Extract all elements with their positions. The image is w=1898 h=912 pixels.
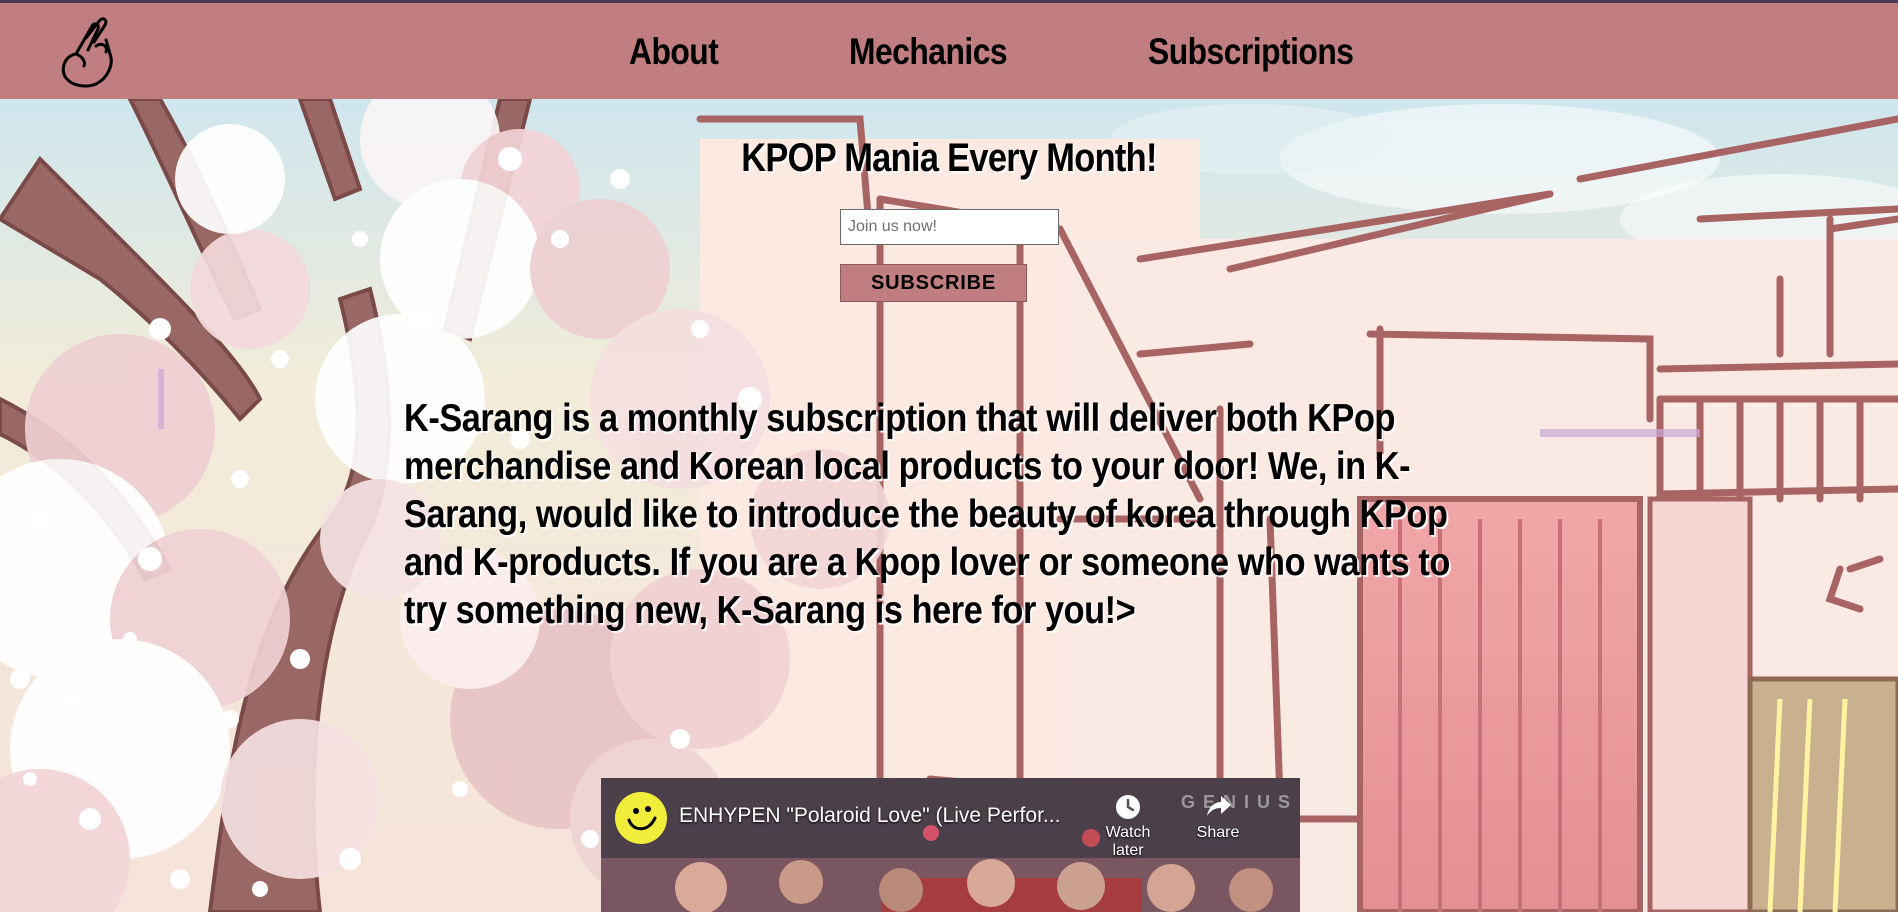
- share-arrow-icon: [1207, 796, 1231, 816]
- finger-heart-icon[interactable]: [56, 16, 118, 90]
- watch-later-button[interactable]: Watch later: [1093, 792, 1163, 860]
- clock-icon: [1116, 795, 1140, 819]
- email-input[interactable]: [840, 209, 1059, 245]
- nav-about[interactable]: About: [629, 31, 719, 73]
- hero-title: KPOP Mania Every Month!: [741, 136, 1157, 180]
- video-title[interactable]: ENHYPEN "Polaroid Love" (Live Perfor...: [679, 804, 1060, 828]
- subscribe-button[interactable]: SUBSCRIBE: [840, 264, 1027, 302]
- share-label: Share: [1196, 824, 1240, 841]
- nav-subscriptions[interactable]: Subscriptions: [1148, 31, 1354, 73]
- nav-mechanics[interactable]: Mechanics: [849, 31, 1008, 73]
- watch-later-label: Watch later: [1105, 824, 1151, 859]
- intro-paragraph: K-Sarang is a monthly subscription that …: [404, 397, 1450, 632]
- share-button[interactable]: Share: [1183, 792, 1253, 842]
- channel-avatar[interactable]: [615, 792, 667, 844]
- embedded-video-player[interactable]: ENHYPEN "Polaroid Love" (Live Perfor... …: [601, 778, 1300, 912]
- smiley-icon: [627, 806, 657, 831]
- top-navigation-bar: About Mechanics Subscriptions: [0, 0, 1898, 99]
